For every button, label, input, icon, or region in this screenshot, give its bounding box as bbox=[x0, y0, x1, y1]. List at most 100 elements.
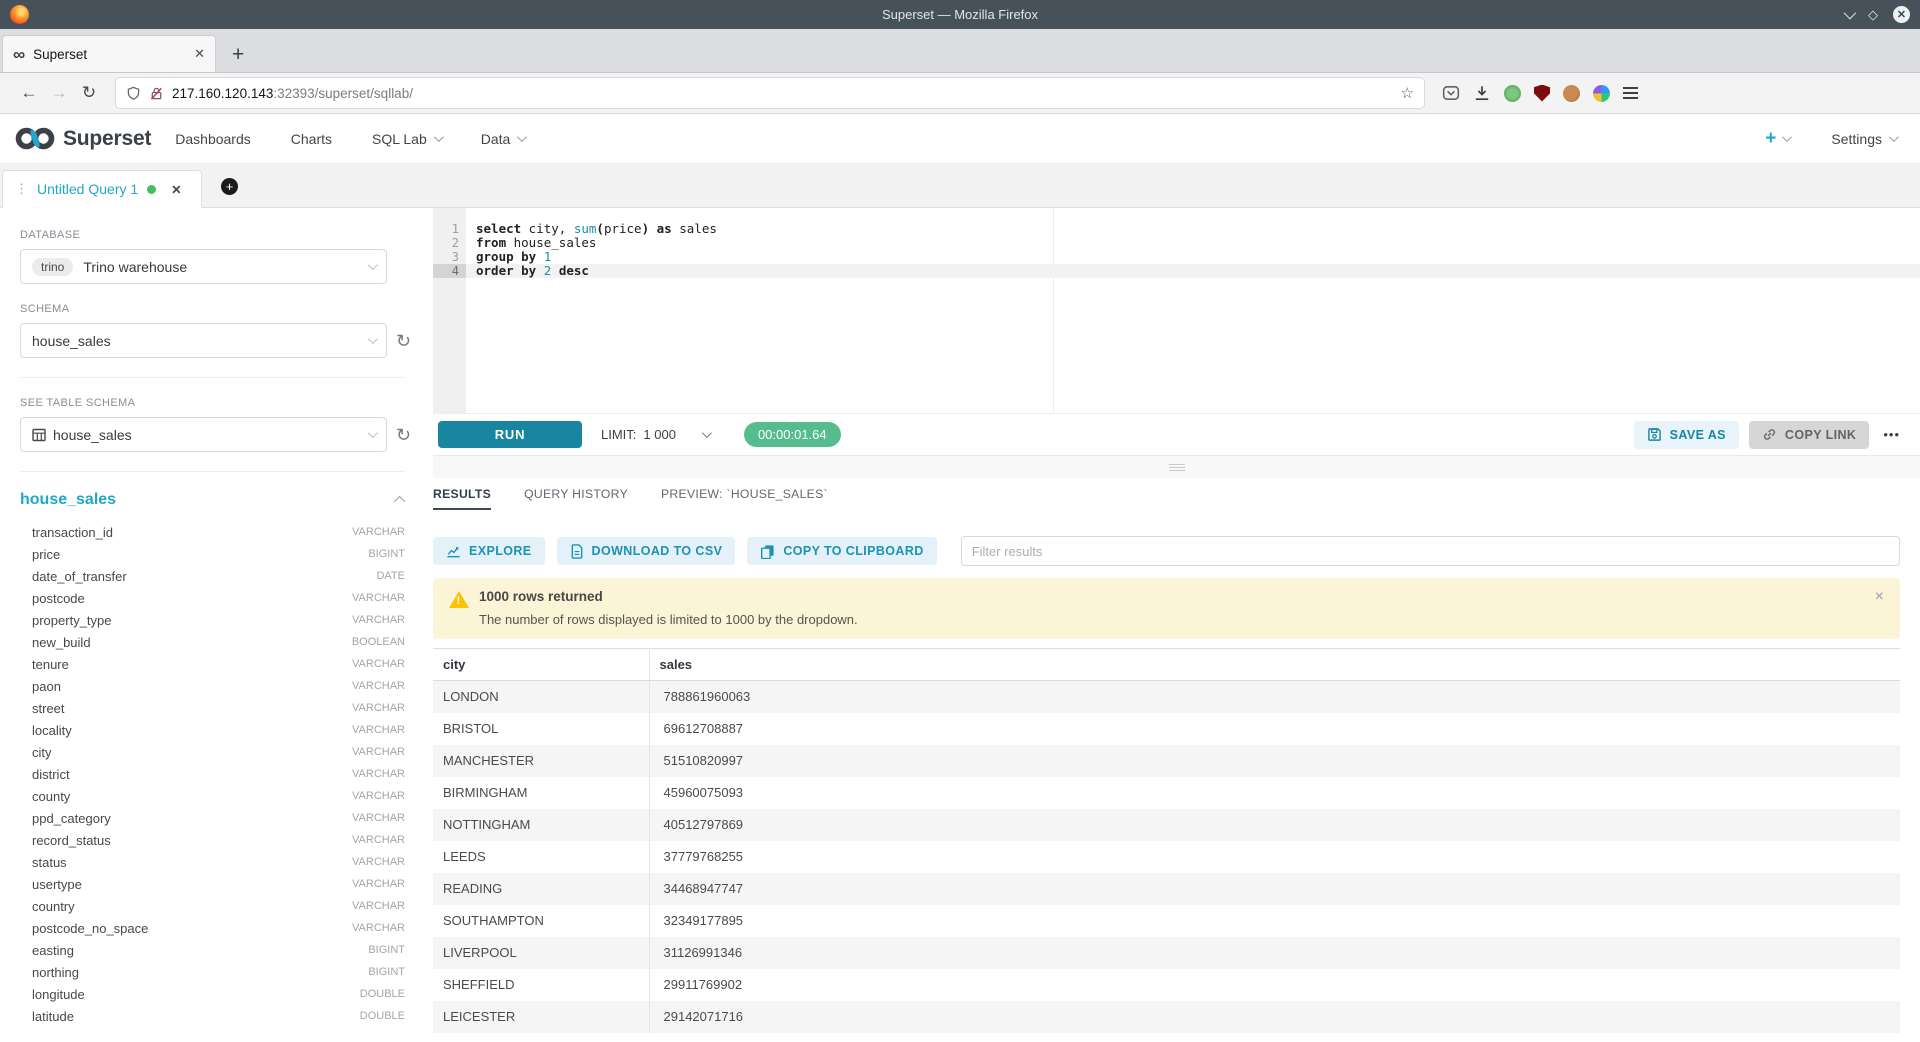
column-name: postcode_no_space bbox=[32, 921, 148, 936]
new-item-button[interactable]: + bbox=[1765, 128, 1789, 150]
column-type: VARCHAR bbox=[352, 702, 405, 714]
drag-handle-icon[interactable]: ⋮ bbox=[15, 181, 28, 197]
sql-editor[interactable]: 1select city, sum(price) as sales2from h… bbox=[433, 208, 1920, 413]
refresh-schema-icon[interactable]: ↻ bbox=[396, 332, 411, 350]
new-tab-button[interactable]: + bbox=[232, 44, 244, 65]
table-schema-title[interactable]: house_sales bbox=[20, 491, 116, 509]
table-column-row: statusVARCHAR bbox=[20, 851, 405, 873]
table-select[interactable]: house_sales bbox=[20, 417, 387, 452]
query-tabstrip: ⋮ Untitled Query 1 ✕ + bbox=[0, 164, 1920, 208]
save-icon bbox=[1647, 427, 1662, 442]
url-bar[interactable]: 217.160.120.143:32393/superset/sqllab/ ☆ bbox=[116, 78, 1424, 108]
sidebar-divider bbox=[20, 377, 405, 378]
superset-logo[interactable]: Superset bbox=[14, 125, 151, 152]
query-tab-untitled-1[interactable]: ⋮ Untitled Query 1 ✕ bbox=[2, 170, 202, 208]
table-column-row: countyVARCHAR bbox=[20, 785, 405, 807]
alert-title: 1000 rows returned bbox=[479, 589, 1860, 604]
insecure-lock-icon[interactable] bbox=[149, 86, 164, 101]
table-row[interactable]: LONDON788861960063 bbox=[433, 681, 1900, 713]
pane-splitter[interactable] bbox=[433, 455, 1920, 478]
table-row[interactable]: NOTTINGHAM40512797869 bbox=[433, 809, 1900, 841]
window-maximize-icon[interactable]: ◇ bbox=[1868, 8, 1878, 21]
containers-extension-icon[interactable] bbox=[1593, 85, 1610, 102]
table-row[interactable]: MANCHESTER51510820997 bbox=[433, 745, 1900, 777]
run-button[interactable]: RUN bbox=[438, 421, 582, 448]
limit-dropdown[interactable]: LIMIT: 1 000 bbox=[601, 427, 709, 442]
table-column-row: latitudeDOUBLE bbox=[20, 1005, 405, 1027]
column-name: easting bbox=[32, 943, 74, 958]
sql-code-line[interactable]: 3group by 1 bbox=[433, 250, 1920, 264]
table-row[interactable]: LEEDS37779768255 bbox=[433, 841, 1900, 873]
more-actions-button[interactable]: ••• bbox=[1883, 427, 1900, 442]
sql-code-line[interactable]: 1select city, sum(price) as sales bbox=[433, 222, 1920, 236]
alert-close-icon[interactable]: × bbox=[1875, 589, 1884, 605]
copy-link-button[interactable]: COPY LINK bbox=[1749, 421, 1869, 449]
url-text[interactable]: 217.160.120.143:32393/superset/sqllab/ bbox=[172, 86, 1393, 101]
query-tab-close-icon[interactable]: ✕ bbox=[171, 182, 181, 197]
table-row[interactable]: SHEFFIELD29911769902 bbox=[433, 969, 1900, 1001]
column-name: longitude bbox=[32, 987, 85, 1002]
cookie-extension-icon[interactable] bbox=[1563, 85, 1580, 102]
tab-close-icon[interactable]: ✕ bbox=[194, 46, 205, 62]
window-close-icon[interactable]: ✕ bbox=[1893, 6, 1910, 23]
menu-icon[interactable] bbox=[1623, 87, 1638, 98]
tab-results[interactable]: RESULTS bbox=[433, 487, 491, 510]
column-header-sales[interactable]: sales bbox=[649, 649, 1900, 681]
bookmark-star-icon[interactable]: ☆ bbox=[1401, 84, 1414, 102]
column-header-city[interactable]: city bbox=[433, 649, 649, 681]
tab-query-history[interactable]: QUERY HISTORY bbox=[524, 487, 628, 510]
nav-dashboards[interactable]: Dashboards bbox=[175, 131, 251, 147]
table-column-row: transaction_idVARCHAR bbox=[20, 521, 405, 543]
filter-results-input[interactable] bbox=[961, 536, 1900, 566]
ublock-extension-icon[interactable] bbox=[1534, 85, 1550, 102]
nav-sql-lab[interactable]: SQL Lab bbox=[372, 131, 441, 147]
sql-code-line[interactable]: 4order by 2 desc bbox=[433, 264, 1920, 278]
back-icon[interactable]: ← bbox=[14, 83, 44, 103]
cell-sales: 45960075093 bbox=[649, 777, 1900, 809]
collapse-table-icon[interactable] bbox=[394, 496, 405, 507]
table-row[interactable]: SOUTHAMPTON32349177895 bbox=[433, 905, 1900, 937]
window-title: Superset — Mozilla Firefox bbox=[882, 7, 1038, 22]
table-row[interactable]: BRISTOL69612708887 bbox=[433, 713, 1900, 745]
reload-icon[interactable]: ↻ bbox=[74, 83, 104, 103]
download-csv-button[interactable]: DOWNLOAD TO CSV bbox=[557, 537, 736, 565]
database-select[interactable]: trino Trino warehouse bbox=[20, 249, 387, 284]
cell-city: LIVERPOOL bbox=[433, 937, 649, 969]
nav-charts[interactable]: Charts bbox=[291, 131, 332, 147]
sql-code-line[interactable]: 2from house_sales bbox=[433, 236, 1920, 250]
table-column-row: localityVARCHAR bbox=[20, 719, 405, 741]
schema-select[interactable]: house_sales bbox=[20, 323, 387, 358]
add-query-tab-button[interactable]: + bbox=[221, 178, 238, 195]
table-column-row: longitudeDOUBLE bbox=[20, 983, 405, 1005]
chevron-down-icon bbox=[1782, 132, 1792, 142]
chevron-down-icon bbox=[702, 428, 712, 438]
privacy-badger-extension-icon[interactable] bbox=[1504, 85, 1521, 102]
explore-button[interactable]: EXPLORE bbox=[433, 537, 545, 565]
cell-sales: 40512797869 bbox=[649, 809, 1900, 841]
settings-menu[interactable]: Settings bbox=[1831, 131, 1896, 147]
cell-sales: 34468947747 bbox=[649, 873, 1900, 905]
table-row[interactable]: LIVERPOOL31126991346 bbox=[433, 937, 1900, 969]
column-type: BOOLEAN bbox=[352, 636, 405, 648]
column-name: price bbox=[32, 547, 60, 562]
shield-icon[interactable] bbox=[126, 86, 141, 101]
save-as-button[interactable]: SAVE AS bbox=[1634, 421, 1739, 449]
tab-preview-house-sales[interactable]: PREVIEW: `HOUSE_SALES` bbox=[661, 487, 828, 510]
copy-clipboard-button[interactable]: COPY TO CLIPBOARD bbox=[747, 537, 936, 565]
table-row[interactable]: BIRMINGHAM45960075093 bbox=[433, 777, 1900, 809]
table-row[interactable]: LEICESTER29142071716 bbox=[433, 1001, 1900, 1033]
splitter-grip-icon[interactable] bbox=[1169, 464, 1185, 471]
window-minimize-icon[interactable] bbox=[1844, 7, 1857, 20]
browser-tab-superset[interactable]: ∞ Superset ✕ bbox=[2, 35, 216, 72]
column-type: VARCHAR bbox=[352, 746, 405, 758]
pocket-icon[interactable] bbox=[1442, 84, 1460, 102]
refresh-table-icon[interactable]: ↻ bbox=[396, 426, 411, 444]
cell-city: SOUTHAMPTON bbox=[433, 905, 649, 937]
downloads-icon[interactable] bbox=[1473, 84, 1491, 102]
table-column-row: priceBIGINT bbox=[20, 543, 405, 565]
results-header-row: city sales bbox=[433, 649, 1900, 681]
table-row[interactable]: READING34468947747 bbox=[433, 873, 1900, 905]
forward-icon[interactable]: → bbox=[44, 83, 74, 103]
database-label: DATABASE bbox=[20, 229, 417, 241]
nav-data[interactable]: Data bbox=[481, 131, 525, 147]
